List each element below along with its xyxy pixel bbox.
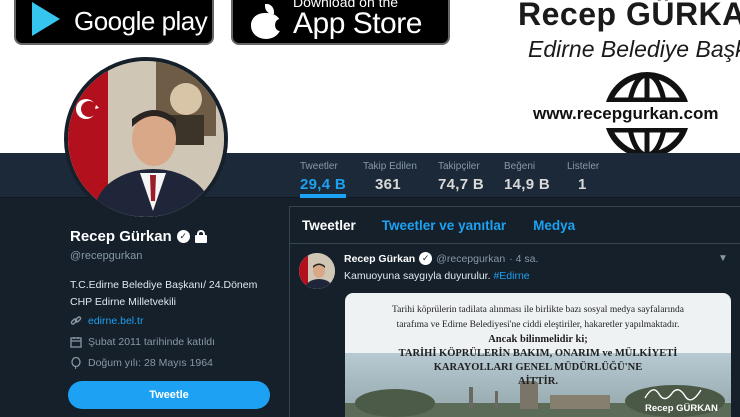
- tweet-body: Kamuoyuna saygıyla duyurulur.: [344, 270, 491, 282]
- nav-stat-likes[interactable]: Beğeni 14,9 B: [504, 161, 550, 193]
- nav-stat-value: 14,9 B: [504, 176, 550, 193]
- banner-promo-name: Recep GÜRKA: [518, 0, 740, 32]
- nav-stat-following[interactable]: Takip Edilen 361: [363, 161, 417, 193]
- nav-stat-lists[interactable]: Listeler 1: [567, 161, 600, 193]
- profile-website-row: edirne.bel.tr: [70, 315, 143, 327]
- media-text-line: Tarihi köprülerin tadilata alınması ile …: [392, 305, 684, 315]
- timeline-tabs: Tweetler Tweetler ve yanıtlar Medya: [290, 207, 740, 244]
- tweet-avatar[interactable]: [299, 253, 335, 289]
- google-play-badge[interactable]: Google play: [14, 0, 214, 45]
- profile-bio-line: CHP Edirne Milletvekili: [70, 296, 177, 308]
- tweet-header: Recep Gürkan ✓ @recepgurkan · 4 sa.: [344, 252, 538, 265]
- nav-stat-followers[interactable]: Takipçiler 74,7 B: [438, 161, 484, 193]
- nav-stat-label: Takipçiler: [438, 161, 480, 172]
- banner-promo-title: Edirne Belediye Başk: [528, 36, 740, 62]
- calendar-icon: [70, 337, 82, 348]
- profile-bio-line: T.C.Edirne Belediye Başkanı/ 24.Dönem: [70, 279, 258, 291]
- media-text-line: KARAYOLLARI GENEL MÜDÜRLÜĞÜ'NE: [433, 362, 643, 373]
- tweet-text: Kamuoyuna saygıyla duyurulur. #Edirne: [344, 270, 530, 282]
- tweet-hashtag[interactable]: #Edirne: [493, 270, 529, 282]
- tweet-author-handle[interactable]: @recepgurkan: [436, 253, 505, 265]
- profile-joined-date: Şubat 2011 tarihinde katıldı: [88, 336, 216, 348]
- chevron-down-icon[interactable]: ▼: [718, 253, 728, 264]
- banner-promo-url: www.recepgurkan.com: [533, 104, 719, 123]
- profile-handle: @recepgurkan: [70, 250, 143, 262]
- avatar-photo: [68, 61, 224, 217]
- tweet-button[interactable]: Tweetle: [68, 381, 270, 409]
- verified-badge-icon: ✓: [419, 252, 433, 265]
- nav-stat-label: Takip Edilen: [363, 161, 417, 172]
- nav-stat-value: 74,7 B: [438, 176, 484, 193]
- balloon-icon: [71, 357, 81, 369]
- nav-stat-label: Beğeni: [504, 161, 536, 172]
- google-play-label: Google play: [74, 6, 208, 36]
- link-icon: [70, 316, 82, 325]
- media-text-line: tarafıma ve Edirne Belediyesi'ne ciddi e…: [396, 320, 680, 330]
- lock-icon: [194, 230, 207, 243]
- nav-stat-value: 29,4 B: [300, 176, 346, 193]
- media-text-line: Ancak bilinmelidir ki;: [488, 334, 588, 345]
- app-store-badge[interactable]: Download on the App Store: [231, 0, 450, 45]
- profile-birth-row: Doğum yılı: 28 Mayıs 1964: [70, 357, 213, 369]
- tweet-author-name[interactable]: Recep Gürkan: [344, 253, 415, 265]
- tweet-media-image[interactable]: Tarihi köprülerin tadilata alınması ile …: [345, 293, 731, 417]
- profile-bio: T.C.Edirne Belediye Başkanı/ 24.Dönem CH…: [70, 277, 280, 311]
- nav-stat-label: Listeler: [567, 161, 600, 172]
- tab-media[interactable]: Medya: [533, 218, 575, 233]
- profile-name: Recep Gürkan: [70, 228, 172, 245]
- verified-badge-icon: ✓: [176, 230, 190, 243]
- profile-website-link[interactable]: edirne.bel.tr: [88, 315, 143, 327]
- profile-birth-date: Doğum yılı: 28 Mayıs 1964: [88, 357, 213, 369]
- tweet-item[interactable]: Recep Gürkan ✓ @recepgurkan · 4 sa. ▼ Ka…: [290, 244, 740, 417]
- profile-joined-row: Şubat 2011 tarihinde katıldı: [70, 336, 215, 348]
- profile-name-row: Recep Gürkan ✓: [70, 228, 280, 245]
- nav-stat-label: Tweetler: [300, 161, 338, 172]
- play-triangle-icon: [32, 1, 60, 36]
- active-stat-underline: [300, 194, 346, 198]
- tab-tweets-and-replies[interactable]: Tweetler ve yanıtlar: [382, 218, 506, 233]
- media-signature-name: Recep GÜRKAN: [645, 403, 718, 414]
- media-text-line: TARİHİ KÖPRÜLERİN BAKIM, ONARIM ve MÜLKİ…: [398, 348, 678, 359]
- apple-icon: [251, 3, 285, 39]
- app-store-label: App Store: [293, 6, 422, 40]
- tweet-timestamp[interactable]: · 4 sa.: [509, 253, 538, 265]
- tab-tweets[interactable]: Tweetler: [302, 218, 356, 233]
- timeline: Tweetler Tweetler ve yanıtlar Medya Rece…: [289, 206, 740, 417]
- nav-stat-value: 361: [375, 176, 401, 193]
- media-signature: [644, 389, 702, 401]
- profile-avatar[interactable]: [64, 57, 228, 221]
- nav-stat-tweets[interactable]: Tweetler 29,4 B: [300, 161, 346, 193]
- profile-info: Recep Gürkan ✓ @recepgurkan T.C.Edirne B…: [68, 228, 280, 409]
- nav-stat-value: 1: [578, 176, 587, 193]
